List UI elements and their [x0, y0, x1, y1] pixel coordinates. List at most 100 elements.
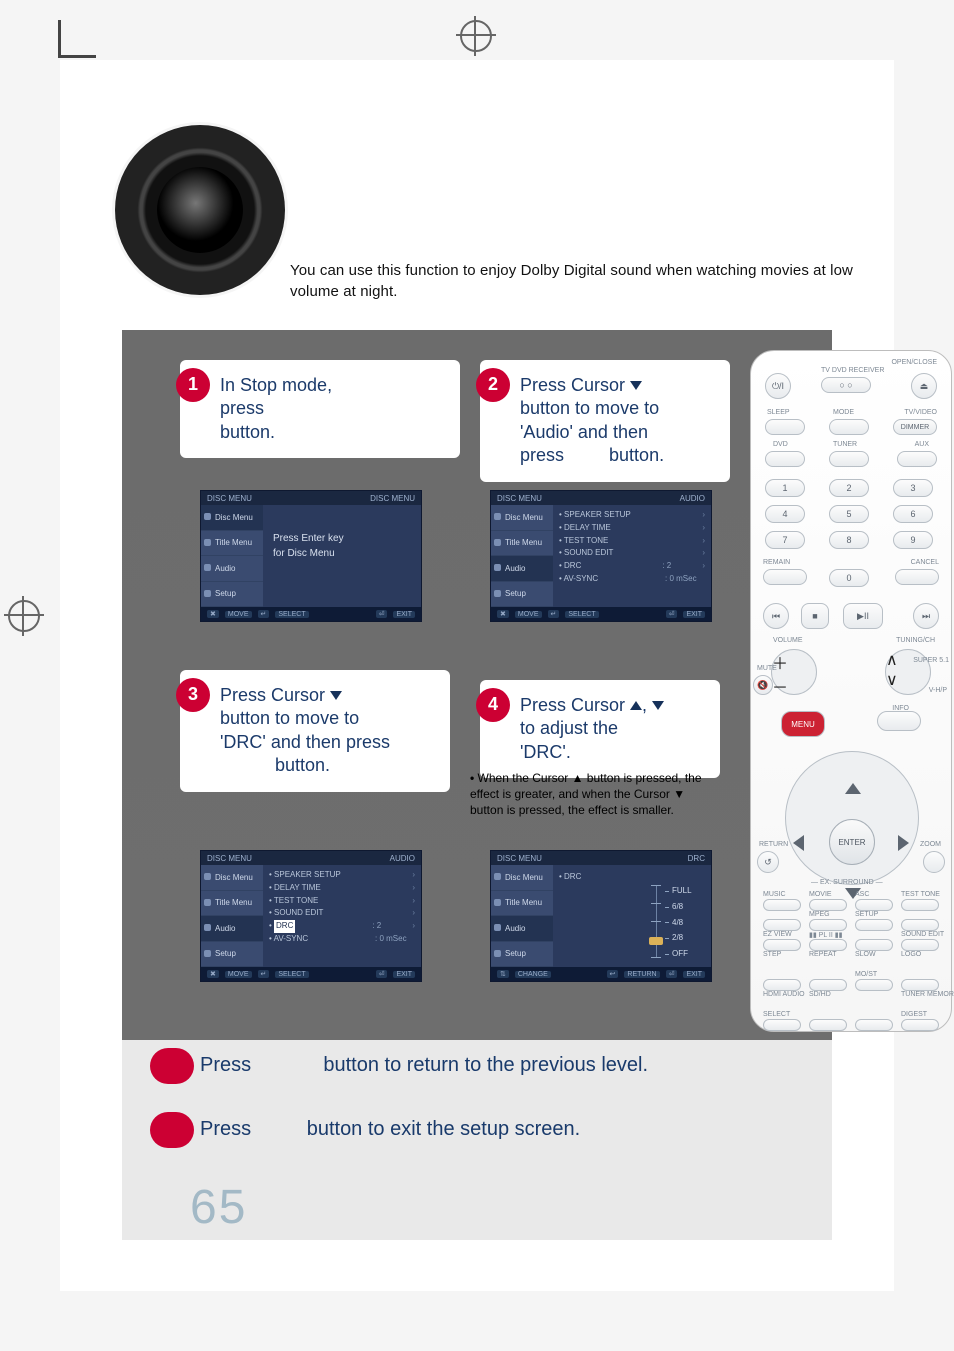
remote-label: LOGO: [901, 951, 921, 958]
remote-label: ENTER: [838, 838, 865, 847]
step-text: Press Cursor: [220, 685, 325, 705]
step-number: 2: [476, 368, 510, 402]
remote-small-button: [855, 979, 893, 991]
remote-small-button: [763, 899, 801, 911]
cursor-left-icon: [793, 835, 804, 851]
remote-label: MO/ST: [855, 971, 877, 978]
remote-label: TV/VIDEO: [904, 409, 937, 416]
remote-label: ASC: [855, 891, 869, 898]
osd-msg: for Disc Menu: [273, 548, 335, 559]
footer-text: button to return to the previous level.: [323, 1054, 648, 1076]
digit-6: 6: [893, 505, 933, 523]
dimmer-button: DIMMER: [893, 419, 937, 435]
remote-small-button: [809, 919, 847, 931]
cursor-down-icon: [330, 691, 342, 700]
tuner-button: [829, 451, 869, 467]
osd-foot: SELECT: [275, 971, 308, 978]
remote-label: RETURN: [759, 841, 788, 848]
cursor-down-icon: [630, 381, 642, 390]
manual-page: You can use this function to enjoy Dolby…: [0, 0, 954, 1351]
osd-title-l: DISC MENU: [207, 494, 252, 503]
remote-label: AUX: [915, 441, 929, 448]
step-4-note: • When the Cursor ▲ button is pressed, t…: [470, 770, 720, 819]
remote-label: SELECT: [763, 1011, 790, 1018]
sleep-button: [765, 419, 805, 435]
remote-label: TUNER MEMORY: [901, 991, 954, 998]
mode-button: [829, 419, 869, 435]
remote-small-button: [855, 1019, 893, 1031]
step-number: 4: [476, 688, 510, 722]
remote-label: INFO: [892, 705, 909, 712]
remote-label: MENU: [782, 712, 824, 736]
play-pause-button: ▶II: [843, 603, 883, 629]
remote-label: MOVIE: [809, 891, 832, 898]
step-text: In Stop mode,: [220, 375, 332, 395]
remote-small-button: [809, 939, 847, 951]
osd-key: DRC: [564, 872, 581, 881]
remote-small-button: [901, 899, 939, 911]
remote-label: TUNING/CH: [896, 637, 935, 644]
mute-button: 🔇: [753, 675, 773, 695]
page-inner: You can use this function to enjoy Dolby…: [60, 60, 894, 1291]
step-text: 'DRC' and then press: [220, 732, 390, 752]
step-text: button to move to: [520, 398, 659, 418]
osd-foot: EXIT: [393, 611, 415, 618]
remote-label: SLOW: [855, 951, 876, 958]
step-text: button.: [275, 755, 330, 775]
remote-label: STEP: [763, 951, 781, 958]
remote-label: MPEG: [809, 911, 830, 918]
remote-small-button: [855, 899, 893, 911]
digit-0: 0: [829, 569, 869, 587]
remote-label: ZOOM: [920, 841, 941, 848]
remote-small-button: [855, 939, 893, 951]
footer-pill: [150, 1112, 194, 1148]
remote-small-button: [763, 979, 801, 991]
osd-foot: CHANGE: [515, 971, 551, 978]
osd-title-l: DISC MENU: [497, 494, 542, 503]
osd-foot: EXIT: [683, 971, 705, 978]
remote-label: DIMMER: [894, 420, 936, 434]
osd-foot: MOVE: [515, 611, 542, 618]
digit-9: 9: [893, 531, 933, 549]
menu-button: MENU: [781, 711, 825, 737]
osd-screenshot-1: DISC MENUDISC MENU Disc MenuTitle MenuAu…: [200, 490, 422, 622]
speaker-illustration: [115, 125, 285, 295]
osd-title-r: AUDIO: [390, 854, 415, 863]
digit-5: 5: [829, 505, 869, 523]
step-text: to adjust the: [520, 718, 618, 738]
remote-label: MUTE: [757, 665, 777, 672]
step-text: 'Audio' and then: [520, 422, 648, 442]
drc-slider: [651, 885, 661, 957]
step-3-card: 3 Press Cursor button to move to 'DRC' a…: [180, 670, 450, 792]
dvd-button: [765, 451, 805, 467]
osd-foot: SELECT: [565, 611, 598, 618]
remote-label: SD/HD: [809, 991, 831, 998]
footer-pill: [150, 1048, 194, 1084]
osd-screenshot-3: DISC MENUAUDIO Disc MenuTitle MenuAudioS…: [200, 850, 422, 982]
osd-foot: MOVE: [225, 971, 252, 978]
remote-label: EZ VIEW: [763, 931, 792, 938]
remote-label: TV DVD RECEIVER: [821, 367, 884, 374]
footer-text: Press: [200, 1054, 251, 1076]
step-text: press: [520, 445, 564, 465]
cursor-up-icon: [845, 783, 861, 794]
volume-rocker: ＋－: [771, 649, 817, 695]
remote-small-button: [901, 1019, 939, 1031]
stop-button: ■: [801, 603, 829, 629]
crop-mark: [58, 55, 96, 58]
remote-small-button: [901, 979, 939, 991]
cancel-button: [895, 569, 939, 585]
note-text: When the Cursor ▲ button is pressed, the…: [470, 771, 702, 817]
remote-small-button: [763, 919, 801, 931]
osd-foot: EXIT: [683, 611, 705, 618]
step-1-card: 1 In Stop mode, press MENU button.: [180, 360, 460, 458]
remote-small-button: [763, 1019, 801, 1031]
remote-small-button: [763, 939, 801, 951]
remote-label: REMAIN: [763, 559, 790, 566]
crop-mark: [58, 20, 61, 58]
osd-title-l: DISC MENU: [497, 854, 542, 863]
power-button: ⏻/I: [765, 373, 791, 399]
digit-4: 4: [765, 505, 805, 523]
tuning-rocker: ∧∨: [885, 649, 931, 695]
prev-button: ⏮: [763, 603, 789, 629]
